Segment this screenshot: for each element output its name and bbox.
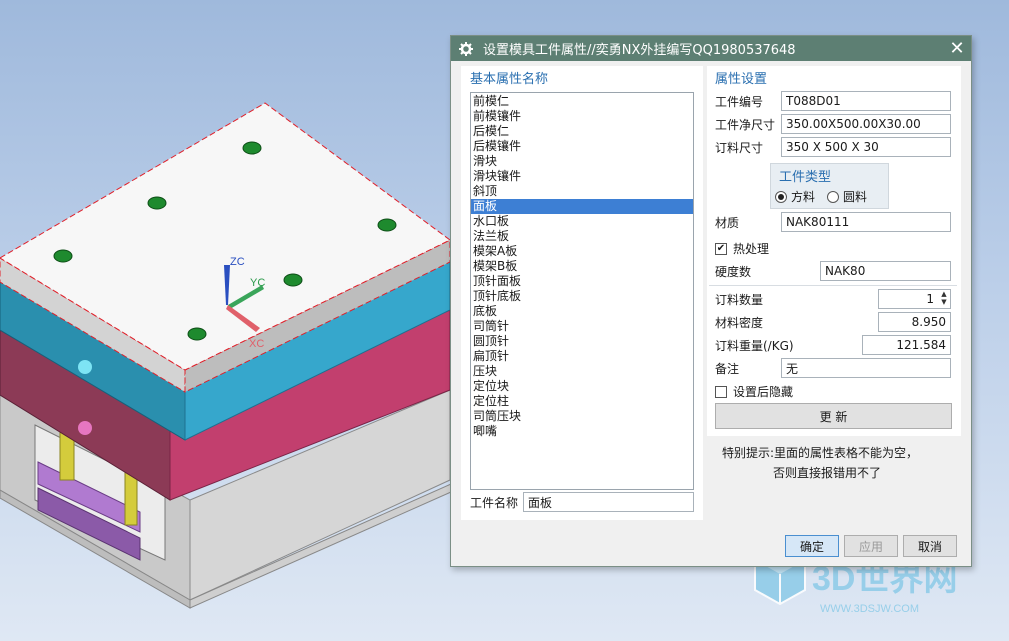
- list-item[interactable]: 前模镶件: [471, 109, 693, 124]
- list-item[interactable]: 斜顶: [471, 184, 693, 199]
- part-no-label: 工件编号: [715, 94, 764, 109]
- radio-round-label: 圆料: [843, 190, 868, 204]
- part-no-input[interactable]: [781, 91, 951, 111]
- list-item[interactable]: 后模仁: [471, 124, 693, 139]
- basic-property-panel: 基本属性名称 前模仁 前模镶件 后模仁 后模镶件 滑块 滑块镶件 斜顶 面板 水口板 法兰板 模架A…: [461, 66, 703, 520]
- heat-treatment-row: ✔ 热处理: [715, 240, 769, 257]
- part-name-label: 工件名称: [470, 495, 519, 510]
- list-item[interactable]: 司筒针: [471, 319, 693, 334]
- list-item[interactable]: 后模镶件: [471, 139, 693, 154]
- cancel-button[interactable]: 取消: [903, 535, 957, 557]
- net-size-input[interactable]: [781, 114, 951, 134]
- axis-yc-label: YC: [250, 277, 265, 289]
- separator: [709, 285, 957, 286]
- b-plate-hole: [78, 421, 92, 435]
- heat-treatment-label: 热处理: [733, 242, 770, 256]
- list-item[interactable]: 定位块: [471, 379, 693, 394]
- hardness-input[interactable]: [820, 261, 951, 281]
- part-type-group: 工件类型 方料 圆料: [770, 163, 889, 209]
- part-name-input[interactable]: [523, 492, 694, 512]
- radio-square-label: 方料: [791, 190, 816, 204]
- hide-after-checkbox[interactable]: 设置后隐藏: [715, 383, 793, 400]
- list-item[interactable]: 水口板: [471, 214, 693, 229]
- remark-input[interactable]: [781, 358, 951, 378]
- dialog-title: 设置模具工件属性//奕勇NX外挂编写QQ1980537648: [483, 43, 796, 58]
- property-settings-title: 属性设置: [715, 72, 768, 87]
- property-settings-panel: 属性设置 工件编号 工件净尺寸 订料尺寸 工件类型 方料 圆料: [707, 66, 961, 436]
- weight-label: 订料重量(/KG): [715, 338, 794, 353]
- ok-button[interactable]: 确定: [785, 535, 839, 557]
- weight-row: 订料重量(/KG): [715, 335, 951, 355]
- net-size-label: 工件净尺寸: [715, 117, 776, 132]
- material-label: 材质: [715, 215, 740, 230]
- set-mold-part-properties-dialog: 设置模具工件属性//奕勇NX外挂编写QQ1980537648 ✕ 基本属性名称 …: [450, 35, 972, 567]
- qty-spinner[interactable]: ▲ ▼: [938, 290, 950, 306]
- order-qty-row: 订料数量 ▲▼: [715, 289, 951, 309]
- heat-treatment-check-icon: ✔: [715, 242, 727, 255]
- order-size-label: 订料尺寸: [715, 140, 764, 155]
- a-plate-hole: [78, 360, 92, 374]
- hardness-row: 硬度数: [715, 261, 951, 281]
- list-item[interactable]: 底板: [471, 304, 693, 319]
- list-item[interactable]: 前模仁: [471, 94, 693, 109]
- material-row: 材质: [715, 212, 951, 232]
- list-item[interactable]: 法兰板: [471, 229, 693, 244]
- hardness-label: 硬度数: [715, 264, 752, 279]
- remark-label: 备注: [715, 361, 740, 376]
- order-size-row: 订料尺寸: [715, 137, 951, 157]
- part-no-row: 工件编号: [715, 91, 951, 111]
- remark-row: 备注: [715, 358, 951, 378]
- list-item[interactable]: 滑块镶件: [471, 169, 693, 184]
- axis-zc-label: ZC: [230, 256, 245, 268]
- list-item[interactable]: 滑块: [471, 154, 693, 169]
- close-icon[interactable]: ✕: [943, 36, 971, 61]
- update-button[interactable]: 更 新: [715, 403, 952, 429]
- net-size-row: 工件净尺寸: [715, 114, 951, 134]
- density-input[interactable]: [878, 312, 951, 332]
- list-item[interactable]: 定位柱: [471, 394, 693, 409]
- list-item[interactable]: 顶针底板: [471, 289, 693, 304]
- order-qty-label: 订料数量: [715, 292, 764, 307]
- hide-after-row: 设置后隐藏: [715, 383, 793, 400]
- list-item[interactable]: 模架B板: [471, 259, 693, 274]
- hint-line-1: 特别提示:里面的属性表格不能为空，: [722, 446, 919, 460]
- list-item[interactable]: 唧嘴: [471, 424, 693, 439]
- hide-after-box: [715, 385, 727, 398]
- basic-property-title: 基本属性名称: [470, 72, 549, 87]
- weight-input[interactable]: [862, 335, 951, 355]
- list-item[interactable]: 司筒压块: [471, 409, 693, 424]
- radio-round-stock[interactable]: 圆料: [827, 188, 867, 205]
- gear-icon: [459, 41, 473, 56]
- list-item[interactable]: 模架A板: [471, 244, 693, 259]
- spinner-up-icon[interactable]: ▲: [938, 290, 950, 298]
- radio-square-stock[interactable]: 方料: [775, 188, 815, 205]
- part-type-title: 工件类型: [779, 170, 832, 185]
- watermark-url: WWW.3DSJW.COM: [820, 603, 919, 615]
- list-item[interactable]: 圆顶针: [471, 334, 693, 349]
- hint-line-2: 否则直接报错用不了: [773, 466, 882, 480]
- dialog-titlebar[interactable]: 设置模具工件属性//奕勇NX外挂编写QQ1980537648 ✕: [451, 36, 971, 61]
- list-item[interactable]: 面板: [471, 199, 693, 214]
- order-size-input[interactable]: [781, 137, 951, 157]
- list-item[interactable]: 扁顶针: [471, 349, 693, 364]
- spinner-down-icon[interactable]: ▼: [938, 298, 950, 306]
- material-input[interactable]: [781, 212, 951, 232]
- hide-after-label: 设置后隐藏: [733, 385, 794, 399]
- density-label: 材料密度: [715, 315, 764, 330]
- radio-square-dot: [775, 190, 787, 203]
- list-item[interactable]: 压块: [471, 364, 693, 379]
- density-row: 材料密度: [715, 312, 951, 332]
- apply-button[interactable]: 应用: [844, 535, 898, 557]
- list-item[interactable]: 顶针面板: [471, 274, 693, 289]
- property-name-list[interactable]: 前模仁 前模镶件 后模仁 后模镶件 滑块 滑块镶件 斜顶 面板 水口板 法兰板 模架A板 模架B板 顶针…: [470, 92, 694, 490]
- heat-treatment-checkbox[interactable]: ✔ 热处理: [715, 240, 769, 257]
- part-name-row: 工件名称: [470, 492, 694, 512]
- radio-round-dot: [827, 190, 840, 203]
- axis-xc-label: XC: [249, 338, 264, 350]
